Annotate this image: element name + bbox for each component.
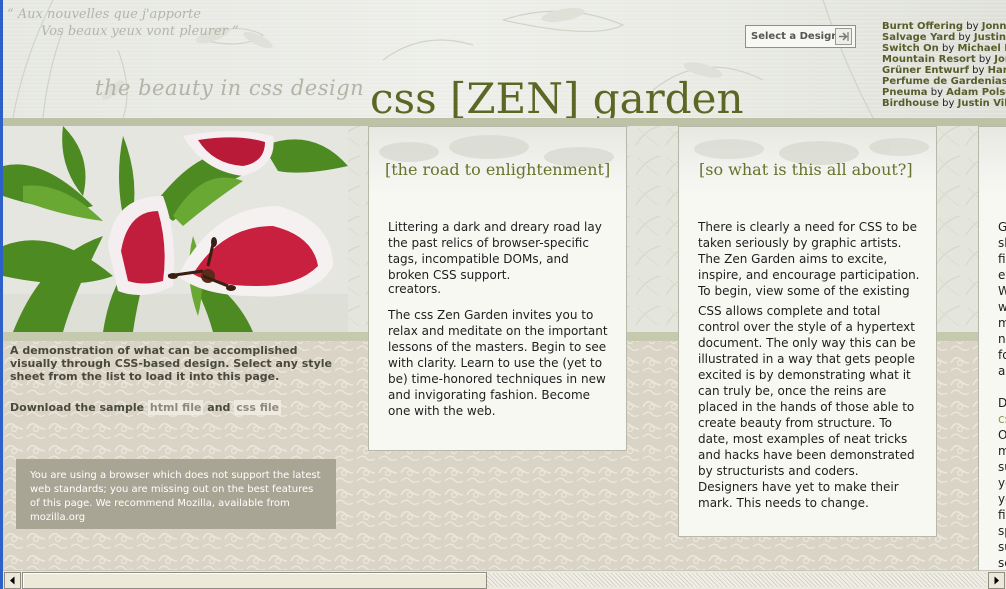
card-body: There is clearly a need for CSS to be ta…	[698, 219, 920, 511]
design-list: Burnt Offering by Jonny B Salvage Yard b…	[882, 21, 1006, 109]
design-list-item: Birdhouse by Justin Vilela	[882, 98, 1006, 109]
card-text-fragment: Or	[998, 427, 1006, 443]
select-design-label: Select a Design:	[751, 31, 843, 42]
card-title: [so what is this all about?]	[699, 160, 913, 179]
card-text-fragment: m	[998, 443, 1006, 459]
design-by-label: by	[978, 54, 992, 65]
css-file-link[interactable]: css file	[234, 400, 282, 415]
quote-line-2: Vos beaux yeux vont pleurer ”	[41, 24, 239, 39]
browser-viewport: “ Aux nouvelles que j'apporte Vos beaux …	[0, 0, 1006, 589]
site-title-css: css	[370, 74, 450, 118]
triangle-right-icon	[994, 576, 999, 585]
third-card: Gr sk fil ev W wi m ne fo ar Do cs Or m …	[978, 126, 1006, 570]
what-is-this-about-card: [so what is this all about?] There is cl…	[678, 126, 937, 537]
card-header-background	[979, 127, 1006, 197]
scrollbar-thumb[interactable]	[22, 572, 487, 589]
header-divider-bar	[3, 118, 1006, 126]
design-name-link[interactable]: Perfume de Gardenias	[882, 76, 1006, 87]
design-name-link[interactable]: Salvage Yard	[882, 32, 955, 43]
site-title: css [ZEN] garden	[370, 74, 744, 118]
html-file-link[interactable]: html file	[147, 400, 204, 415]
design-author-link[interactable]: Jonny B	[982, 21, 1006, 32]
site-title-bracket-open: [	[449, 74, 467, 118]
design-list-item: Salvage Yard by Justin Pe	[882, 32, 1006, 43]
design-name-link[interactable]: Grüner Entwurf	[882, 65, 969, 76]
card-body: Littering a dark and dreary road lay the…	[388, 219, 613, 419]
card-text-fragment: wi	[998, 299, 1006, 315]
card-text-fragment: m	[998, 315, 1006, 331]
card-text-fragment: sp	[998, 524, 1006, 538]
card-text-fragment: su	[998, 460, 1006, 474]
select-design-button[interactable]: Select a Design:	[745, 25, 856, 48]
design-list-item: Pneuma by Adam Polselli	[882, 87, 1006, 98]
card-text-fragment: ne	[998, 332, 1006, 346]
download-line: Download the sample html file and css fi…	[10, 400, 282, 415]
design-name-link[interactable]: Switch On	[882, 43, 939, 54]
card-text-fragment: W	[998, 283, 1006, 299]
design-list-item: Switch On by Michael Fas	[882, 43, 1006, 54]
card-paragraph: The css Zen Garden invites you to relax …	[388, 308, 608, 418]
design-by-label: by	[930, 87, 943, 98]
design-name-link[interactable]: Birdhouse	[882, 98, 939, 109]
card-paragraph: There is clearly a need for CSS to be ta…	[698, 220, 920, 298]
design-list-item: Burnt Offering by Jonny B	[882, 21, 1006, 32]
browser-notice: You are using a browser which does not s…	[16, 459, 336, 529]
card-text-fragment: Gr	[998, 219, 1006, 235]
design-list-item: Grüner Entwurf by Hanna	[882, 65, 1006, 76]
card-text-fragment: cs	[998, 412, 1006, 426]
download-prefix: Download the sample	[10, 401, 145, 414]
card-text-fragment: fil	[998, 508, 1006, 522]
site-title-garden: garden	[579, 74, 744, 118]
design-name-link[interactable]: Mountain Resort	[882, 54, 976, 65]
horizontal-scrollbar[interactable]	[3, 570, 1006, 589]
design-by-label: by	[966, 21, 979, 32]
site-title-bracket-close: ]	[562, 74, 580, 118]
scroll-right-button[interactable]	[988, 572, 1005, 589]
intro-description: A demonstration of what can be accomplis…	[10, 344, 332, 383]
card-text-fragment: ar	[998, 364, 1006, 378]
design-author-link[interactable]: Jordi	[994, 54, 1006, 65]
card-clipped-text: creators.	[388, 283, 442, 295]
card-title: [the road to enlightenment]	[385, 160, 611, 179]
quote-line-1: “ Aux nouvelles que j'apporte	[7, 7, 201, 22]
design-by-label: by	[972, 65, 985, 76]
page-header: “ Aux nouvelles que j'apporte Vos beaux …	[3, 0, 1006, 118]
card-text-fragment: su	[998, 540, 1006, 554]
design-author-link[interactable]: Justin Pe	[974, 32, 1006, 43]
zen-garden-page: “ Aux nouvelles que j'apporte Vos beaux …	[3, 0, 1006, 570]
card-text-fragment: fo	[998, 348, 1006, 362]
card-body: Gr sk fil ev W wi m ne fo ar Do cs Or m …	[998, 219, 1006, 570]
card-text-fragment: sk	[998, 236, 1006, 250]
card-text-fragment: ev	[998, 268, 1006, 282]
card-paragraph: Littering a dark and dreary road lay the…	[388, 220, 602, 282]
design-by-label: by	[958, 32, 971, 43]
scroll-left-button[interactable]	[4, 572, 21, 589]
design-name-link[interactable]: Pneuma	[882, 87, 928, 98]
tagline: the beauty in css design	[95, 76, 365, 100]
design-by-label: by	[942, 98, 955, 109]
card-paragraph: CSS allows complete and total control ov…	[698, 304, 916, 510]
design-name-link[interactable]: Burnt Offering	[882, 21, 963, 32]
and-label: and	[207, 401, 231, 414]
design-author-link[interactable]: Justin Vilela	[958, 98, 1006, 109]
design-author-link[interactable]: Hanna	[988, 65, 1006, 76]
design-list-item: Mountain Resort by Jordi	[882, 54, 1006, 65]
card-text-fragment	[998, 379, 1006, 395]
card-text-fragment: yo	[998, 476, 1006, 490]
design-by-label: by	[941, 43, 955, 54]
triangle-left-icon	[10, 576, 15, 585]
arrow-right-icon	[835, 28, 852, 45]
tulip-photo	[3, 126, 348, 332]
site-title-zen: ZEN	[466, 74, 563, 118]
design-author-link[interactable]: Adam Polselli	[946, 87, 1006, 98]
card-text-fragment: fil	[998, 252, 1006, 266]
card-text-fragment: Do	[998, 395, 1006, 411]
browser-notice-text: You are using a browser which does not s…	[30, 470, 321, 523]
design-list-item: Perfume de Gardenias by	[882, 76, 1006, 87]
card-text-fragment: se	[998, 556, 1006, 570]
design-author-link[interactable]: Michael Fas	[957, 43, 1006, 54]
card-text-fragment: yo	[998, 492, 1006, 506]
road-to-enlightenment-card: [the road to enlightenment] Littering a …	[368, 126, 627, 451]
